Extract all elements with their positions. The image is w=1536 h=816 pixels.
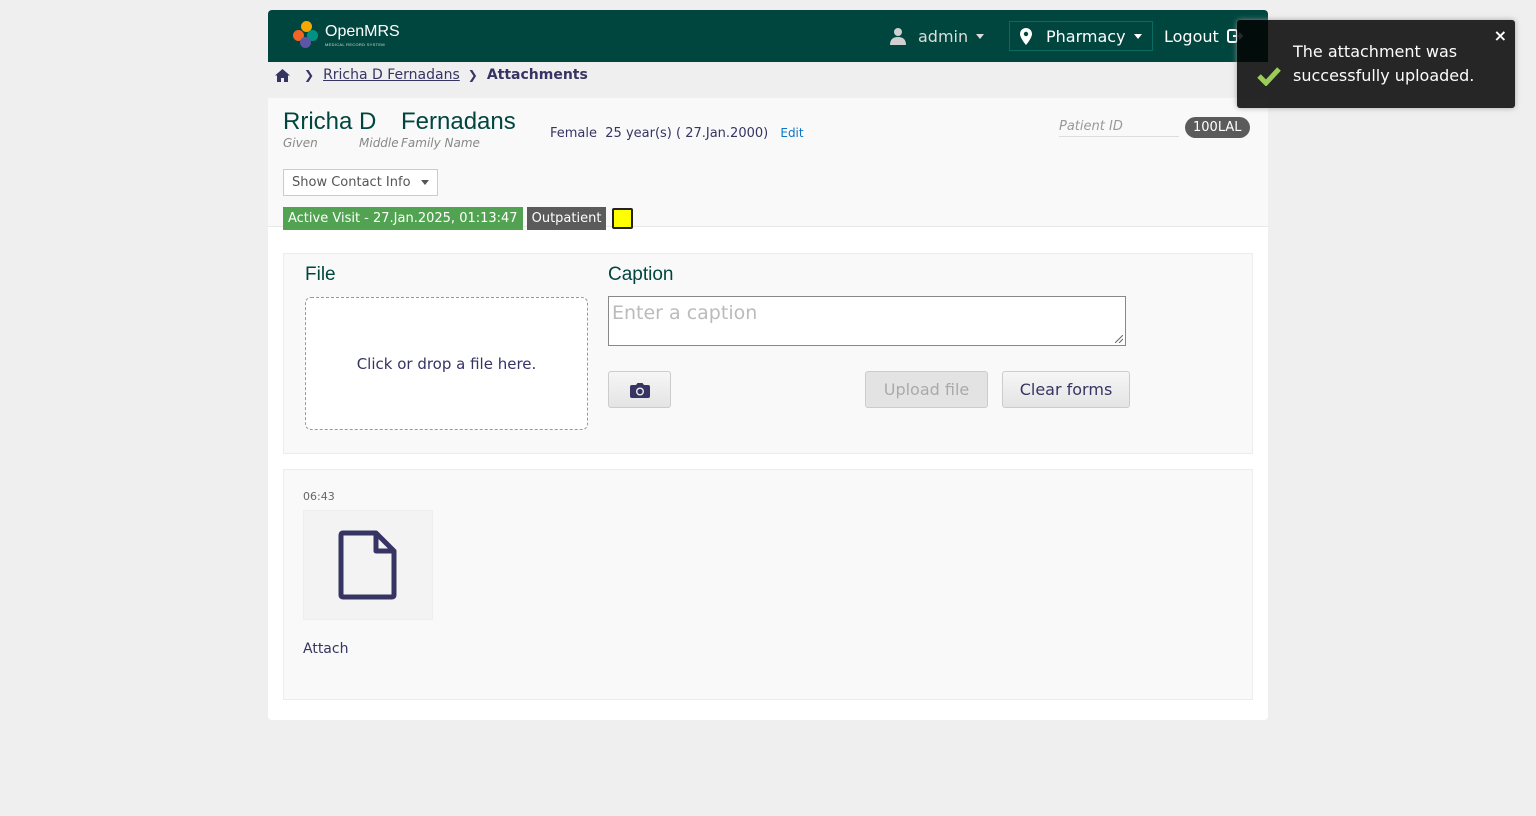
top-navbar: OpenMRS MEDICAL RECORD SYSTEM admin Phar… (268, 10, 1268, 62)
file-heading: File (305, 264, 336, 285)
main-content: Rricha Given D Middle Fernadans Family N… (268, 98, 1268, 720)
patient-header: Rricha Given D Middle Fernadans Family N… (268, 98, 1268, 230)
check-icon (1257, 67, 1281, 86)
caption-heading: Caption (608, 264, 674, 285)
upload-file-button[interactable]: Upload file (865, 371, 988, 408)
edit-link[interactable]: Edit (780, 126, 803, 140)
breadcrumb-patient-link[interactable]: Rricha D Fernadans (323, 67, 460, 83)
middle-label: Middle (359, 136, 399, 150)
patient-id-badge: 100LAL (1185, 117, 1250, 138)
user-name: admin (918, 26, 969, 46)
dropzone-text: Click or drop a file here. (356, 354, 537, 373)
logout-link[interactable]: Logout (1164, 10, 1243, 62)
logout-label: Logout (1164, 26, 1219, 46)
close-icon[interactable]: × (1494, 26, 1507, 45)
visit-row: Active Visit - 27.Jan.2025, 01:13:47 Out… (283, 207, 634, 230)
age-dob: 25 year(s) ( 27.Jan.2000) (605, 126, 769, 141)
active-visit-badge[interactable]: Active Visit - 27.Jan.2025, 01:13:47 (283, 207, 523, 230)
patient-name: Rricha Given D Middle Fernadans Family N… (283, 108, 516, 150)
file-dropzone[interactable]: Click or drop a file here. (305, 297, 588, 430)
attachments-list: 06:43 Attach (283, 469, 1253, 700)
map-marker-icon (1020, 27, 1032, 45)
caption-input[interactable]: Enter a caption (608, 296, 1126, 346)
show-contact-info-button[interactable]: Show Contact Info (283, 169, 438, 196)
home-icon[interactable] (275, 68, 290, 82)
caption-placeholder: Enter a caption (612, 302, 758, 324)
resize-handle-icon[interactable] (1115, 335, 1123, 343)
caret-down-icon (420, 180, 429, 185)
upload-panel: File Caption Click or drop a file here. … (283, 253, 1253, 454)
logo-mark-icon (293, 21, 319, 49)
attachment-thumbnail[interactable] (303, 510, 433, 620)
camera-icon (629, 382, 650, 398)
family-label: Family Name (401, 136, 480, 150)
logo-text: OpenMRS (325, 22, 400, 40)
given-name: Rricha (283, 108, 353, 135)
sticky-note-icon[interactable] (612, 208, 634, 229)
user-icon (890, 28, 906, 45)
chevron-down-icon (1133, 33, 1142, 39)
location-name: Pharmacy (1046, 26, 1126, 46)
clear-forms-button[interactable]: Clear forms (1002, 371, 1130, 408)
chevron-down-icon (976, 33, 985, 39)
breadcrumb: ❯ Rricha D Fernadans ❯ Attachments (268, 62, 1268, 88)
file-icon (338, 530, 397, 600)
logo-subtext: MEDICAL RECORD SYSTEM (325, 41, 385, 47)
chevron-right-icon: ❯ (304, 68, 315, 82)
patient-id-label: Patient ID (1059, 119, 1179, 137)
visit-type-badge: Outpatient (526, 207, 607, 230)
camera-button[interactable] (608, 371, 671, 408)
gender: Female (550, 126, 598, 141)
middle-name: D (359, 108, 377, 135)
attachment-caption: Attach (303, 641, 349, 657)
openmrs-logo[interactable]: OpenMRS MEDICAL RECORD SYSTEM (293, 21, 400, 49)
user-menu[interactable]: admin (890, 10, 985, 62)
contact-btn-label: Show Contact Info (292, 175, 411, 190)
success-toast: × The attachment was successfully upload… (1237, 20, 1515, 108)
given-label: Given (283, 136, 318, 150)
family-name: Fernadans (401, 108, 516, 135)
app-container: OpenMRS MEDICAL RECORD SYSTEM admin Phar… (268, 10, 1268, 720)
attachment-time: 06:43 (303, 490, 335, 503)
location-menu[interactable]: Pharmacy (1009, 21, 1153, 51)
chevron-right-icon: ❯ (467, 68, 478, 82)
breadcrumb-current: Attachments (486, 67, 588, 83)
patient-demographics: Female 25 year(s) ( 27.Jan.2000) Edit (550, 126, 804, 141)
toast-message: The attachment was successfully uploaded… (1293, 42, 1475, 85)
